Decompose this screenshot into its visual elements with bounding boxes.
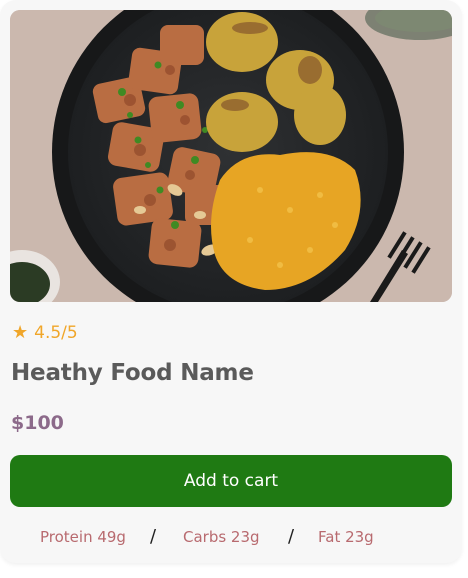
star-icon: ★ <box>12 322 29 343</box>
add-to-cart-button[interactable]: Add to cart <box>10 455 452 507</box>
nutrition-separator: / <box>288 526 295 547</box>
food-image <box>10 10 452 302</box>
nutrition-fat: Fat 23g <box>318 528 374 546</box>
nutrition-carbs: Carbs 23g <box>183 528 260 546</box>
nutrition-info: Protein 49g / Carbs 23g / Fat 23g <box>0 526 462 552</box>
rating: ★ 4.5/5 <box>12 323 78 343</box>
food-illustration <box>10 10 452 302</box>
nutrition-separator: / <box>150 526 157 547</box>
product-name: Heathy Food Name <box>11 360 254 386</box>
nutrition-protein: Protein 49g <box>40 528 126 546</box>
rating-value: 4.5/5 <box>34 323 78 343</box>
product-card: ★ 4.5/5 Heathy Food Name $100 Add to car… <box>0 0 462 563</box>
product-price: $100 <box>11 412 64 434</box>
